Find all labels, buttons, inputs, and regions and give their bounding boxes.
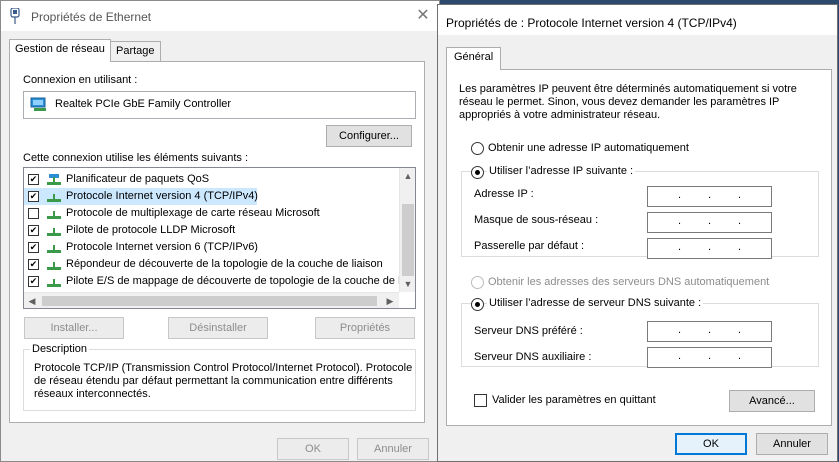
radio-auto-dns-label[interactable]: Obtenir les adresses des serveurs DNS au… <box>488 276 769 288</box>
checkbox[interactable]: ✔ <box>28 174 39 185</box>
list-item-label: Protocole Internet version 4 (TCP/IPv4) <box>66 190 258 202</box>
network-card-icon <box>30 97 46 111</box>
description-group: Description Protocole TCP/IP (Transmissi… <box>23 343 416 411</box>
list-item[interactable]: ✔ Pilote de protocole LLDP Microsoft <box>24 222 399 239</box>
checkbox[interactable]: ✔ <box>28 191 39 202</box>
dns-alt-label: Serveur DNS auxiliaire : <box>474 351 592 363</box>
gateway-label: Passerelle par défaut : <box>474 240 585 252</box>
radio-manual-dns[interactable] <box>471 298 484 311</box>
validate-checkbox[interactable] <box>474 394 487 407</box>
connect-using-label: Connexion en utilisant : <box>23 74 138 86</box>
vertical-scrollbar[interactable]: ▲ ▼ <box>399 168 415 292</box>
title-bar: Propriétés de Ethernet ✕ <box>1 1 439 31</box>
scroll-down-icon[interactable]: ▼ <box>400 276 415 292</box>
window-title: Propriétés de Ethernet <box>31 10 152 24</box>
protocol-icon <box>46 191 62 203</box>
scroll-left-icon[interactable]: ◀ <box>24 293 40 308</box>
protocol-icon <box>46 259 62 271</box>
configure-button[interactable]: Configurer... <box>326 125 412 147</box>
horizontal-scrollbar[interactable]: ◀ ▶ <box>24 292 399 308</box>
ok-button[interactable]: OK <box>277 438 349 460</box>
radio-manual-ip[interactable] <box>471 166 484 179</box>
tab-panel: Connexion en utilisant : Realtek PCIe Gb… <box>9 61 425 423</box>
ip-address-label: Adresse IP : <box>474 188 534 200</box>
radio-auto-ip[interactable] <box>471 142 484 155</box>
list-item-label: Protocole de multiplexage de carte résea… <box>66 207 320 219</box>
adapter-box: Realtek PCIe GbE Family Controller <box>23 91 416 119</box>
title-bar: Propriétés de : Protocole Internet versi… <box>438 5 837 35</box>
protocol-icon <box>46 208 62 220</box>
checkbox[interactable]: ✔ <box>28 259 39 270</box>
dns-preferred-field[interactable]: ... <box>647 321 772 342</box>
advanced-button[interactable]: Avancé... <box>729 390 815 412</box>
checkbox[interactable]: ✔ <box>28 276 39 287</box>
cancel-button[interactable]: Annuler <box>357 438 429 460</box>
network-adapter-icon <box>10 8 20 24</box>
list-item-label: Répondeur de découverte de la topologie … <box>66 258 383 270</box>
tab-panel: Les paramètres IP peuvent être déterminé… <box>446 69 832 426</box>
list-item[interactable]: ✔ Protocole Internet version 6 (TCP/IPv6… <box>24 239 399 256</box>
ethernet-properties-window: Propriétés de Ethernet ✕ Gestion de rése… <box>0 0 440 462</box>
intro-line: Les paramètres IP peuvent être déterminé… <box>459 83 797 95</box>
list-item-label: Pilote de protocole LLDP Microsoft <box>66 224 236 236</box>
uninstall-button[interactable]: Désinstaller <box>168 317 268 339</box>
properties-button[interactable]: Propriétés <box>315 317 415 339</box>
list-item-selected[interactable]: ✔ Protocole Internet version 4 (TCP/IPv4… <box>24 188 258 205</box>
scroll-thumb[interactable] <box>402 204 414 276</box>
close-icon[interactable]: ✕ <box>409 5 437 27</box>
description-line: de réseau étendu par défaut permettant l… <box>34 375 393 387</box>
window-title: Propriétés de : Protocole Internet versi… <box>446 16 737 30</box>
tab-general[interactable]: Général <box>446 47 502 70</box>
intro-line: réseau le permet. Sinon, vous devez dema… <box>459 96 780 108</box>
components-list: ✔ Planificateur de paquets QoS ✔ Protoco… <box>23 167 416 309</box>
qos-icon <box>46 174 62 186</box>
protocol-icon <box>46 242 62 254</box>
list-item[interactable]: ✔ Planificateur de paquets QoS <box>24 171 399 188</box>
subnet-mask-field[interactable]: ... <box>647 212 772 233</box>
list-item-label: Pilote E/S de mappage de découverte de t… <box>66 275 399 287</box>
list-item[interactable]: Protocole de multiplexage de carte résea… <box>24 205 399 222</box>
description-label: Description <box>30 343 90 355</box>
subnet-mask-label: Masque de sous-réseau : <box>474 214 599 226</box>
list-item-label: Protocole Internet version 6 (TCP/IPv6) <box>66 241 258 253</box>
scroll-right-icon[interactable]: ▶ <box>382 293 398 308</box>
ip-group: Utiliser l’adresse IP suivante : Adresse… <box>461 165 819 259</box>
tab-partage[interactable]: Partage <box>110 41 161 62</box>
list-item[interactable]: ✔ Pilote E/S de mappage de découverte de… <box>24 273 399 290</box>
dns-alt-field[interactable]: ... <box>647 347 772 368</box>
dns-group: Utiliser l’adresse de serveur DNS suivan… <box>461 297 819 368</box>
intro-line: appropriés à votre administrateur réseau… <box>459 109 661 121</box>
ipv4-properties-window: Propriétés de : Protocole Internet versi… <box>437 4 838 462</box>
checkbox[interactable]: ✔ <box>28 242 39 253</box>
radio-auto-dns[interactable] <box>471 276 484 289</box>
ok-button[interactable]: OK <box>675 433 747 455</box>
validate-label[interactable]: Valider les paramètres en quittant <box>492 394 656 406</box>
ip-address-field[interactable]: ... <box>647 186 772 207</box>
install-button[interactable]: Installer... <box>24 317 124 339</box>
radio-manual-dns-label[interactable]: Utiliser l’adresse de serveur DNS suivan… <box>487 297 704 309</box>
protocol-icon <box>46 276 62 288</box>
description-line: réseaux interconnectés. <box>34 388 151 400</box>
dns-preferred-label: Serveur DNS préféré : <box>474 325 583 337</box>
list-item[interactable]: ✔ Répondeur de découverte de la topologi… <box>24 256 399 273</box>
protocol-icon <box>46 225 62 237</box>
checkbox-unchecked[interactable] <box>28 208 39 219</box>
radio-auto-ip-label[interactable]: Obtenir une adresse IP automatiquement <box>488 142 689 154</box>
gateway-field[interactable]: ... <box>647 238 772 259</box>
scroll-up-icon[interactable]: ▲ <box>400 168 415 184</box>
cancel-button[interactable]: Annuler <box>756 433 828 455</box>
radio-manual-ip-label[interactable]: Utiliser l’adresse IP suivante : <box>487 165 636 177</box>
scroll-thumb[interactable] <box>42 296 377 306</box>
list-item-label: Planificateur de paquets QoS <box>66 173 210 185</box>
tab-gestion-reseau[interactable]: Gestion de réseau <box>9 39 111 62</box>
elements-label: Cette connexion utilise les éléments sui… <box>23 152 249 164</box>
description-line: Protocole TCP/IP (Transmission Control P… <box>34 362 413 374</box>
adapter-name: Realtek PCIe GbE Family Controller <box>55 98 232 110</box>
checkbox[interactable]: ✔ <box>28 225 39 236</box>
